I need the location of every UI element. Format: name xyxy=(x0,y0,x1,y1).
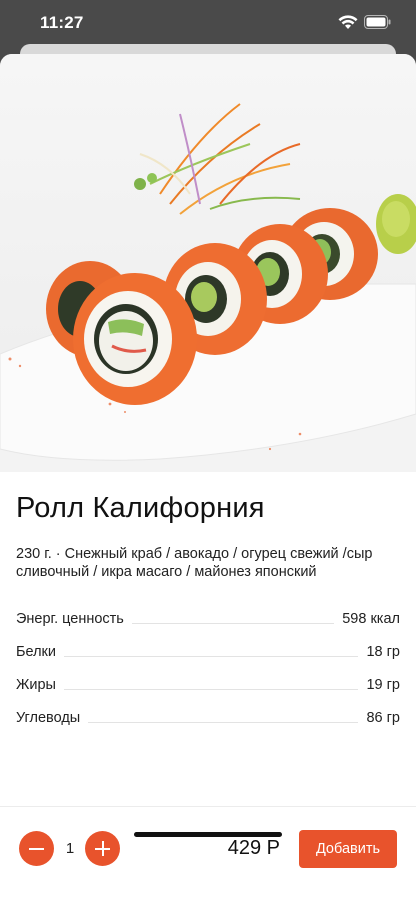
nutrition-value: 19 гр xyxy=(366,677,400,693)
nutrition-label: Белки xyxy=(16,644,57,660)
nutrition-value: 598 ккал xyxy=(342,611,400,627)
divider xyxy=(63,689,359,690)
quantity-value: 1 xyxy=(65,840,75,857)
home-indicator[interactable] xyxy=(134,832,282,837)
nutrition-row-carbs: Углеводы 86 гр xyxy=(16,693,400,726)
nutrition-value: 86 гр xyxy=(366,710,400,726)
nutrition-label: Жиры xyxy=(16,677,56,693)
battery-icon xyxy=(364,15,391,29)
divider xyxy=(64,656,359,657)
nutrition-value: 18 гр xyxy=(366,644,400,660)
product-description: 230 г. · Снежный краб / авокадо / огурец… xyxy=(16,546,373,580)
status-time: 11:27 xyxy=(40,13,84,32)
increase-quantity-button[interactable] xyxy=(85,831,120,866)
product-sheet: Ролл Калифорния 230 г. · Снежный краб / … xyxy=(0,54,416,900)
divider xyxy=(131,623,335,624)
product-title: Ролл Калифорния xyxy=(16,492,265,524)
sushi-roll-photo xyxy=(0,54,416,472)
add-to-cart-button[interactable]: Добавить xyxy=(299,830,397,868)
nutrition-label: Энерг. ценность xyxy=(16,611,124,627)
nutrition-row-fat: Жиры 19 гр xyxy=(16,660,400,693)
wifi-icon xyxy=(338,15,358,29)
nutrition-table: Энерг. ценность 598 ккал Белки 18 гр Жир… xyxy=(16,594,400,726)
nutrition-row-protein: Белки 18 гр xyxy=(16,627,400,660)
nutrition-row-energy: Энерг. ценность 598 ккал xyxy=(16,594,400,627)
nutrition-label: Углеводы xyxy=(16,710,81,726)
price: 429 Р xyxy=(227,837,280,859)
order-footer: 1 429 Р Добавить xyxy=(0,806,416,900)
status-bar: 11:27 xyxy=(0,0,416,46)
divider xyxy=(88,722,359,723)
decrease-quantity-button[interactable] xyxy=(19,831,54,866)
